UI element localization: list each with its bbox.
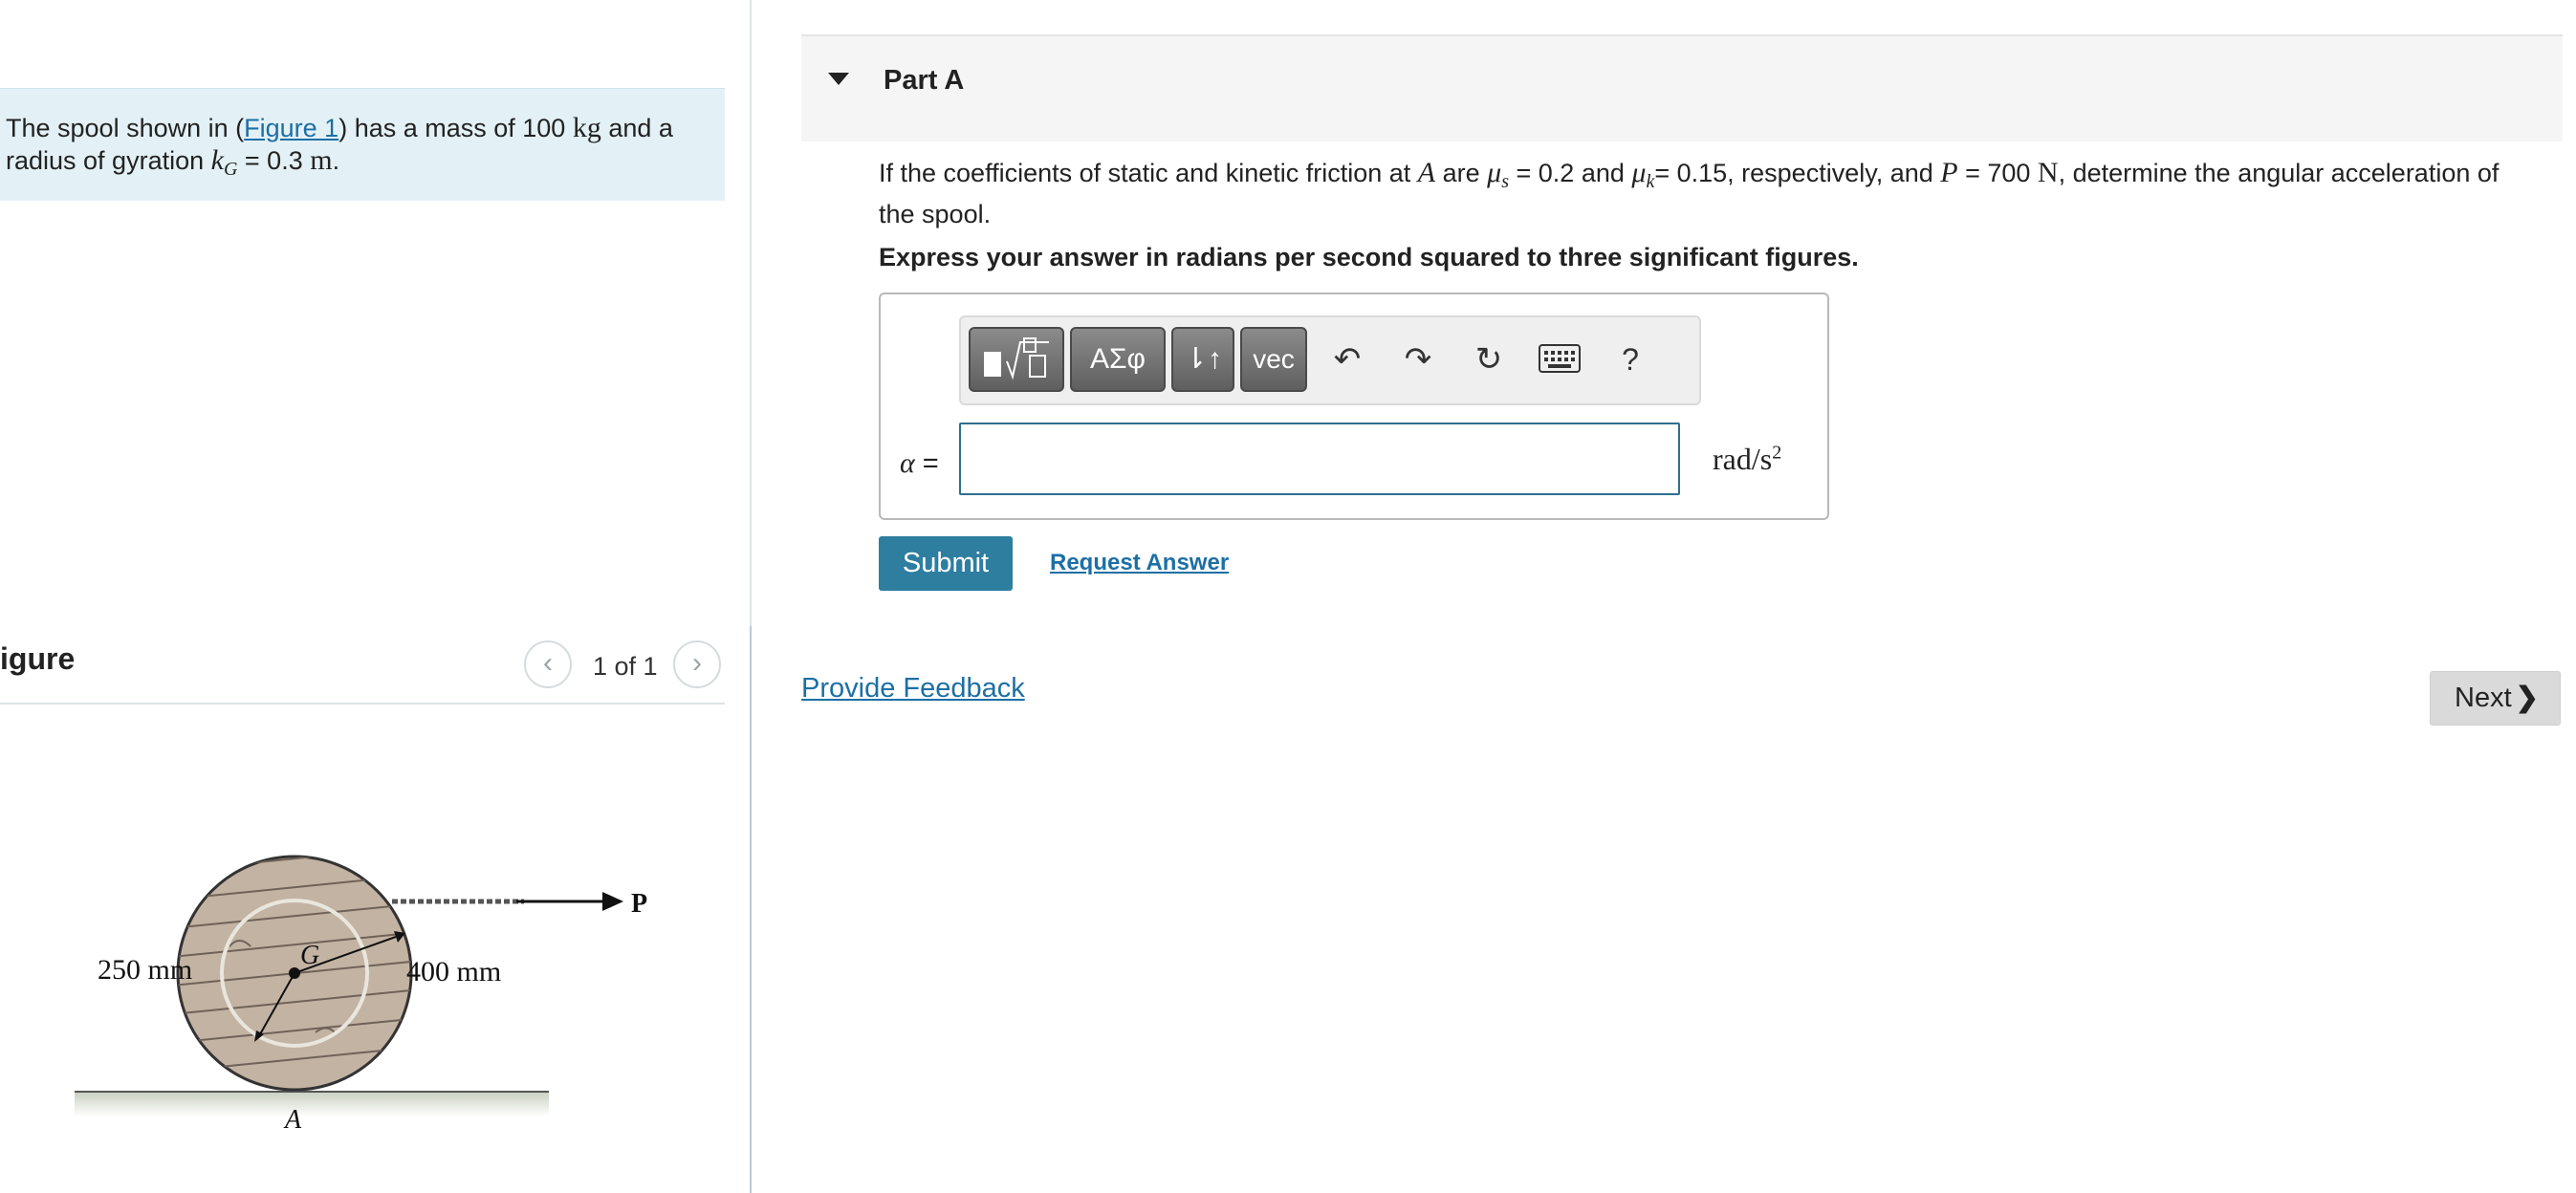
force-p-arrowhead <box>602 892 623 911</box>
keyboard-icon <box>1539 344 1581 373</box>
question-are: are <box>1435 159 1488 187</box>
next-label: Next <box>2455 683 2512 713</box>
ground-shadow <box>75 1092 549 1117</box>
problem-panel: The spool shown in (Figure 1) has a mass… <box>0 0 750 1193</box>
answer-variable-label: α = <box>900 447 939 480</box>
undo-icon[interactable]: ↶ <box>1319 331 1376 388</box>
equals-sign: = <box>914 448 939 479</box>
reset-icon[interactable]: ↻ <box>1460 331 1517 388</box>
question-text: If the coefficients of static and kineti… <box>879 157 2523 230</box>
answer-instruction: Express your answer in radians per secon… <box>879 243 1859 271</box>
intro-end: . <box>332 146 340 175</box>
mu-s-subscript: s <box>1501 171 1510 192</box>
force-p-unit: N <box>2037 157 2059 188</box>
answer-input[interactable] <box>959 423 1680 495</box>
chevron-left-icon: ‹ <box>543 647 553 679</box>
outer-dimension-label: 400 mm <box>406 956 501 987</box>
figure-heading: igure <box>0 641 76 676</box>
pane-divider-accent <box>750 626 752 1193</box>
answer-box: ΑΣφ ⇂↑ vec ↶ ↷ ↻ ? α = rad/s2 <box>879 293 1829 520</box>
force-p-symbol: P <box>1940 157 1958 188</box>
k-unit: m <box>310 144 333 176</box>
intro-text-start: The spool shown in ( <box>6 114 245 142</box>
answer-unit: rad/s2 <box>1713 442 1781 477</box>
mu-k-symbol: μ <box>1631 157 1647 188</box>
submit-button[interactable]: Submit <box>879 536 1013 591</box>
spool-figure: P G 250 mm 400 mm A <box>75 855 647 1135</box>
contact-a-label: A <box>283 1105 302 1135</box>
part-a-header[interactable]: Part A <box>801 34 2563 141</box>
problem-statement: The spool shown in (Figure 1) has a mass… <box>6 112 713 185</box>
force-p-label: P <box>631 889 647 919</box>
answer-unit-exponent: 2 <box>1772 442 1782 464</box>
answer-unit-text: rad/s <box>1713 442 1773 476</box>
request-answer-link[interactable]: Request Answer <box>1050 550 1229 576</box>
part-title: Part A <box>884 65 965 96</box>
templates-button[interactable] <box>969 327 1064 392</box>
greek-symbols-button[interactable]: ΑΣφ <box>1070 327 1166 392</box>
mu-k-subscript: k <box>1646 171 1655 192</box>
point-a: A <box>1417 157 1436 188</box>
chevron-right-icon: › <box>692 647 702 679</box>
inner-dimension-label: 250 mm <box>98 954 192 986</box>
caret-down-icon <box>828 73 849 85</box>
alpha-symbol: α <box>900 447 915 479</box>
redo-icon[interactable]: ↷ <box>1389 331 1447 388</box>
mu-k-value: = 0.15, respectively, and <box>1654 159 1941 187</box>
vector-button[interactable]: vec <box>1240 327 1307 392</box>
problem-statement-box: The spool shown in (Figure 1) has a mass… <box>0 88 725 201</box>
spool-body <box>176 855 413 1092</box>
next-button[interactable]: Next ❯ <box>2430 671 2561 726</box>
chevron-right-icon: ❯ <box>2515 683 2539 713</box>
intro-text-mass: ) has a mass of 100 <box>338 114 573 142</box>
help-button[interactable]: ? <box>1602 331 1659 388</box>
subscript-superscript-button[interactable]: ⇂↑ <box>1171 327 1234 392</box>
mass-unit: kg <box>572 112 601 143</box>
keyboard-button[interactable] <box>1531 331 1588 388</box>
math-toolbar: ΑΣφ ⇂↑ vec ↶ ↷ ↻ ? <box>959 315 1701 405</box>
force-p-value: = 700 <box>1957 159 2038 187</box>
mu-s-symbol: μ <box>1487 157 1502 188</box>
figure-link[interactable]: Figure 1 <box>244 114 338 142</box>
k-value: = 0.3 <box>237 146 311 175</box>
figure-pager-text: 1 of 1 <box>593 652 658 681</box>
figure-divider <box>0 703 725 705</box>
k-subscript: G <box>223 159 238 180</box>
provide-feedback-link[interactable]: Provide Feedback <box>801 673 1025 705</box>
question-start: If the coefficients of static and kineti… <box>879 159 1418 187</box>
mu-s-value: = 0.2 and <box>1509 159 1632 187</box>
previous-figure-button[interactable]: ‹ <box>524 640 572 688</box>
templates-icon <box>984 337 1049 380</box>
k-symbol: k <box>210 144 224 176</box>
next-figure-button[interactable]: › <box>673 640 721 688</box>
